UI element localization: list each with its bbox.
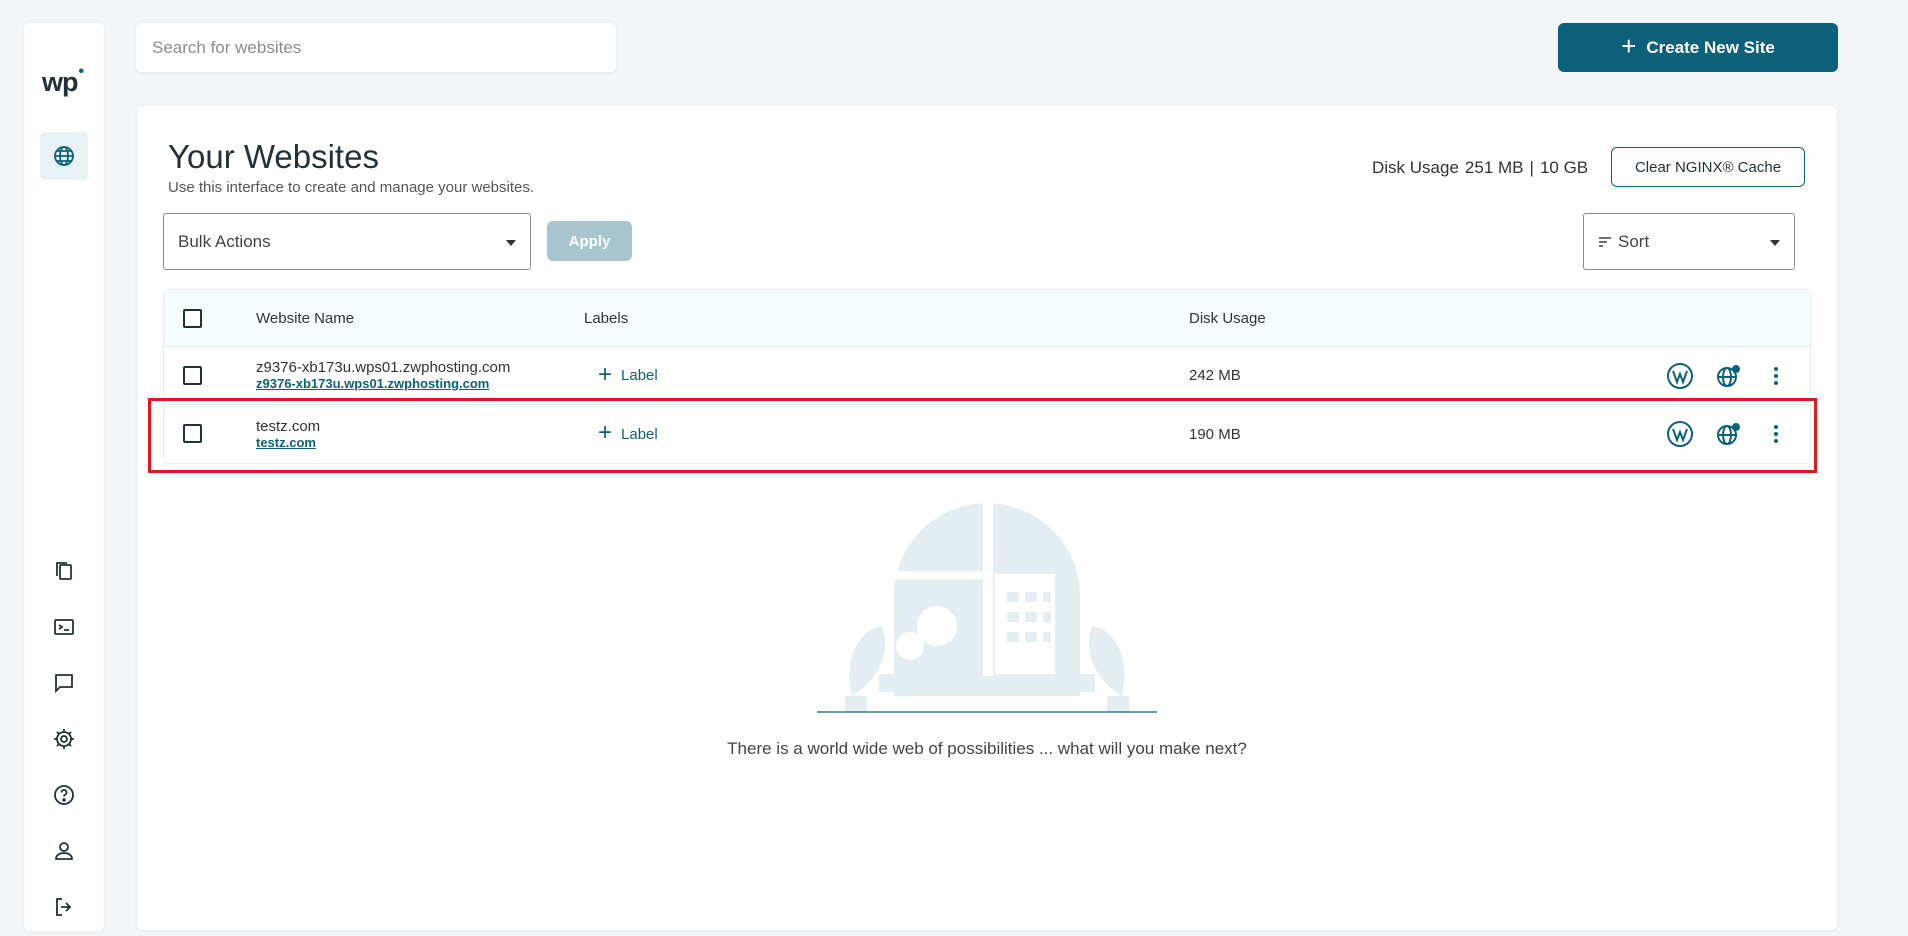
page-title: Your Websites [168, 138, 379, 175]
bulk-actions-select[interactable]: Bulk Actions [163, 213, 531, 270]
site-link[interactable]: z9376-xb173u.wps01.zwphosting.com [256, 376, 510, 392]
gear-icon[interactable] [46, 721, 82, 757]
header-disk-usage: Disk Usage [1189, 309, 1266, 327]
search-input[interactable] [136, 23, 616, 72]
wordpress-icon[interactable] [1666, 362, 1694, 390]
table-row: testz.com testz.com + Label 190 MB [164, 405, 1810, 463]
sort-select[interactable]: Sort [1583, 213, 1795, 270]
domain-settings-icon[interactable] [1714, 420, 1742, 448]
websites-table: Website Name Labels Disk Usage z9376-xb1… [163, 289, 1811, 464]
help-icon[interactable] [46, 777, 82, 813]
select-all-checkbox[interactable] [183, 309, 202, 328]
add-label-button[interactable]: + Label [598, 360, 658, 388]
bulk-actions-label: Bulk Actions [178, 231, 271, 251]
row-checkbox[interactable] [183, 424, 202, 443]
chat-icon[interactable] [46, 665, 82, 701]
wp-logo[interactable]: wp• [42, 63, 84, 98]
caret-down-icon [506, 240, 516, 246]
page-subtitle: Use this interface to create and manage … [168, 179, 535, 196]
clear-nginx-cache-button[interactable]: Clear NGINX® Cache [1611, 147, 1805, 187]
create-new-site-button[interactable]: + Create New Site [1558, 23, 1838, 72]
site-name: testz.com [256, 417, 321, 435]
logout-icon[interactable] [46, 889, 82, 925]
plus-icon: + [598, 419, 613, 446]
sort-icon [1599, 236, 1611, 247]
add-label-text: Label [621, 367, 658, 384]
plus-icon: + [598, 360, 613, 388]
header-website-name: Website Name [256, 309, 355, 327]
row-actions [1666, 420, 1790, 448]
add-label-text: Label [621, 425, 658, 443]
table-row: z9376-xb173u.wps01.zwphosting.com z9376-… [164, 347, 1810, 405]
domain-settings-icon[interactable] [1714, 362, 1742, 390]
add-label-button[interactable]: + Label [598, 419, 658, 446]
plus-icon: + [1621, 31, 1637, 61]
more-options-icon[interactable] [1762, 362, 1790, 390]
sort-label: Sort [1618, 231, 1650, 251]
disk-usage-label: Disk Usage [1372, 158, 1459, 177]
disk-separator: | [1529, 158, 1534, 177]
caret-down-icon [1770, 240, 1780, 246]
disk-usage-summary: Disk Usage 251 MB | 10 GB [1372, 158, 1588, 178]
terminal-icon[interactable] [46, 609, 82, 645]
disk-usage-value: 242 MB [1189, 367, 1241, 384]
site-link[interactable]: testz.com [256, 435, 320, 451]
site-name: z9376-xb173u.wps01.zwphosting.com [256, 359, 511, 376]
sidebar: wp• [24, 23, 104, 931]
create-new-site-label: Create New Site [1646, 37, 1775, 57]
disk-total: 10 GB [1539, 158, 1589, 177]
disk-used: 251 MB [1464, 158, 1524, 177]
empty-state-text: There is a world wide web of possibiliti… [727, 739, 1247, 758]
apply-button[interactable]: Apply [547, 221, 632, 261]
websites-card: Your Websites Use this interface to crea… [137, 106, 1837, 930]
row-actions [1666, 362, 1790, 390]
copy-icon[interactable] [46, 553, 82, 589]
website-name-cell: testz.com testz.com [256, 418, 320, 451]
nav-websites-globe-icon[interactable] [40, 132, 88, 180]
table-header-row: Website Name Labels Disk Usage [164, 290, 1810, 347]
row-checkbox[interactable] [183, 366, 202, 385]
website-name-cell: z9376-xb173u.wps01.zwphosting.com z9376-… [256, 359, 510, 392]
header-labels: Labels [584, 309, 629, 327]
more-options-icon[interactable] [1762, 420, 1790, 448]
user-icon[interactable] [46, 833, 82, 869]
wordpress-icon[interactable] [1666, 420, 1694, 448]
disk-usage-value: 190 MB [1189, 425, 1241, 443]
empty-state-illustration [817, 496, 1157, 713]
